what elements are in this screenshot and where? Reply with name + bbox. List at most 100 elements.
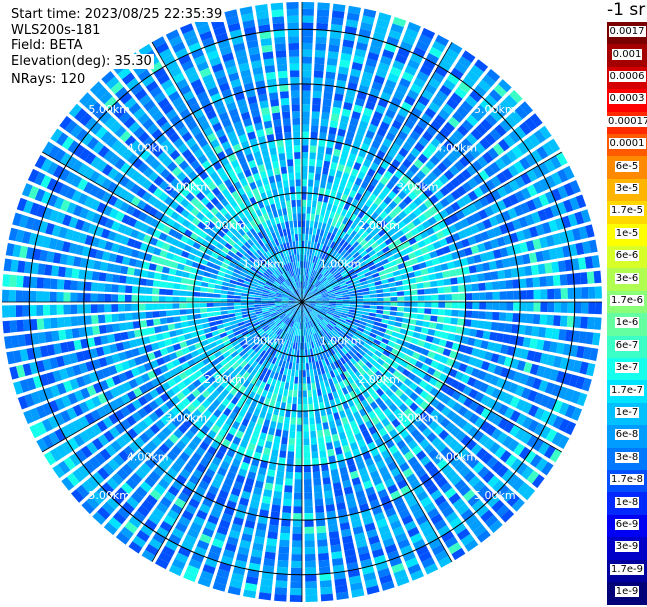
heatmap-cell	[538, 326, 547, 338]
heatmap-cell	[265, 544, 277, 553]
heatmap-cell	[594, 286, 602, 299]
heatmap-cell	[513, 302, 521, 311]
heatmap-cell	[317, 546, 329, 554]
heatmap-cell	[309, 417, 315, 425]
heatmap-cell	[285, 471, 294, 479]
heatmap-cell	[302, 90, 311, 98]
heatmap-cell	[333, 412, 340, 421]
heatmap-cell	[294, 349, 297, 357]
heatmap-cell	[311, 111, 320, 119]
heatmap-cell	[280, 381, 285, 389]
heatmap-cell	[58, 329, 67, 341]
heatmap-cell	[306, 254, 309, 262]
heatmap-cell	[254, 304, 262, 307]
heatmap-cell	[471, 310, 479, 319]
heatmap-cell	[303, 445, 310, 452]
heatmap-cell	[323, 428, 331, 437]
heatmap-cell	[97, 304, 105, 313]
heatmap-cell	[302, 83, 311, 91]
heatmap-cell	[84, 281, 92, 291]
heatmap-cell	[228, 316, 237, 322]
heatmap-cell	[331, 475, 341, 484]
heatmap-cell	[317, 152, 324, 161]
heatmap-cell	[532, 314, 541, 325]
heatmap-cell	[302, 376, 307, 384]
heatmap-cell	[125, 276, 134, 285]
heatmap-cell	[324, 435, 332, 444]
heatmap-cell	[423, 281, 431, 288]
heatmap-cell	[304, 479, 312, 487]
heatmap-cell	[312, 458, 320, 466]
heatmap-cell	[492, 291, 500, 300]
heatmap-cell	[268, 427, 276, 436]
heatmap-cell	[418, 262, 427, 269]
heatmap-cell	[424, 288, 432, 295]
heatmap-cell	[327, 448, 335, 457]
heatmap-cell	[427, 266, 435, 274]
heatmap-cell	[546, 275, 554, 287]
heatmap-cell	[319, 450, 327, 458]
heatmap-cell	[291, 547, 302, 555]
heatmap-cell	[349, 296, 357, 299]
heatmap-cell	[409, 283, 418, 290]
heatmap-cell	[304, 485, 312, 493]
heatmap-cell	[265, 475, 275, 484]
heatmap-cell	[318, 552, 330, 561]
heatmap-cell	[285, 375, 291, 383]
heatmap-cell	[77, 304, 85, 314]
heatmap-cell	[302, 233, 305, 241]
heatmap-cell	[442, 324, 451, 332]
heatmap-cell	[310, 131, 318, 140]
heatmap-cell	[376, 305, 384, 310]
heatmap-cell	[105, 324, 114, 333]
heatmap-cell	[70, 280, 78, 291]
heatmap-cell	[448, 269, 457, 277]
heatmap-cell	[315, 512, 325, 520]
heatmap-cell	[221, 285, 229, 291]
heatmap-cell	[292, 520, 302, 527]
heatmap-cell	[307, 247, 310, 255]
heatmap-cell	[213, 289, 221, 294]
heatmap-cell	[313, 368, 318, 376]
heatmap-cell	[126, 267, 135, 276]
heatmap-cell	[316, 159, 323, 168]
heatmap-cell	[375, 313, 383, 319]
heatmap-cell	[307, 390, 312, 398]
heatmap-cell	[316, 16, 329, 24]
heatmap-cell	[302, 15, 314, 23]
heatmap-cell	[145, 311, 153, 319]
heatmap-cell	[44, 331, 53, 343]
heatmap-cell	[558, 329, 567, 341]
heatmap-cell	[98, 324, 107, 334]
heatmap-cell	[537, 263, 546, 275]
heatmap-cell	[172, 309, 180, 316]
heatmap-cell	[298, 383, 302, 391]
heatmap-cell	[383, 297, 391, 302]
heatmap-cell	[124, 294, 132, 302]
heatmap-cell	[208, 321, 217, 327]
heatmap-cell	[305, 233, 309, 241]
heatmap-cell	[247, 296, 255, 300]
heatmap-cell	[402, 318, 410, 324]
heatmap-cell	[524, 265, 533, 276]
heatmap-cell	[172, 296, 180, 302]
heatmap-cell	[15, 305, 23, 317]
heatmap-cell	[254, 297, 262, 300]
heatmap-cell	[276, 470, 285, 479]
heatmap-cell	[409, 313, 418, 319]
heatmap-cell	[179, 303, 187, 309]
heatmap-cell	[291, 410, 297, 418]
heatmap-cell	[326, 203, 333, 211]
heatmap-cell	[458, 310, 466, 318]
heatmap-cell	[368, 316, 376, 321]
heatmap-cell	[280, 443, 287, 452]
heatmap-cell	[312, 97, 321, 106]
heatmap-cell	[292, 526, 302, 534]
heatmap-cell	[292, 397, 297, 405]
heatmap-cell	[261, 302, 268, 305]
heatmap-cell	[315, 166, 322, 174]
heatmap-cell	[314, 498, 324, 507]
heatmap-cell	[560, 288, 568, 299]
heatmap-cell	[309, 410, 315, 418]
heatmap-cell	[326, 57, 338, 66]
